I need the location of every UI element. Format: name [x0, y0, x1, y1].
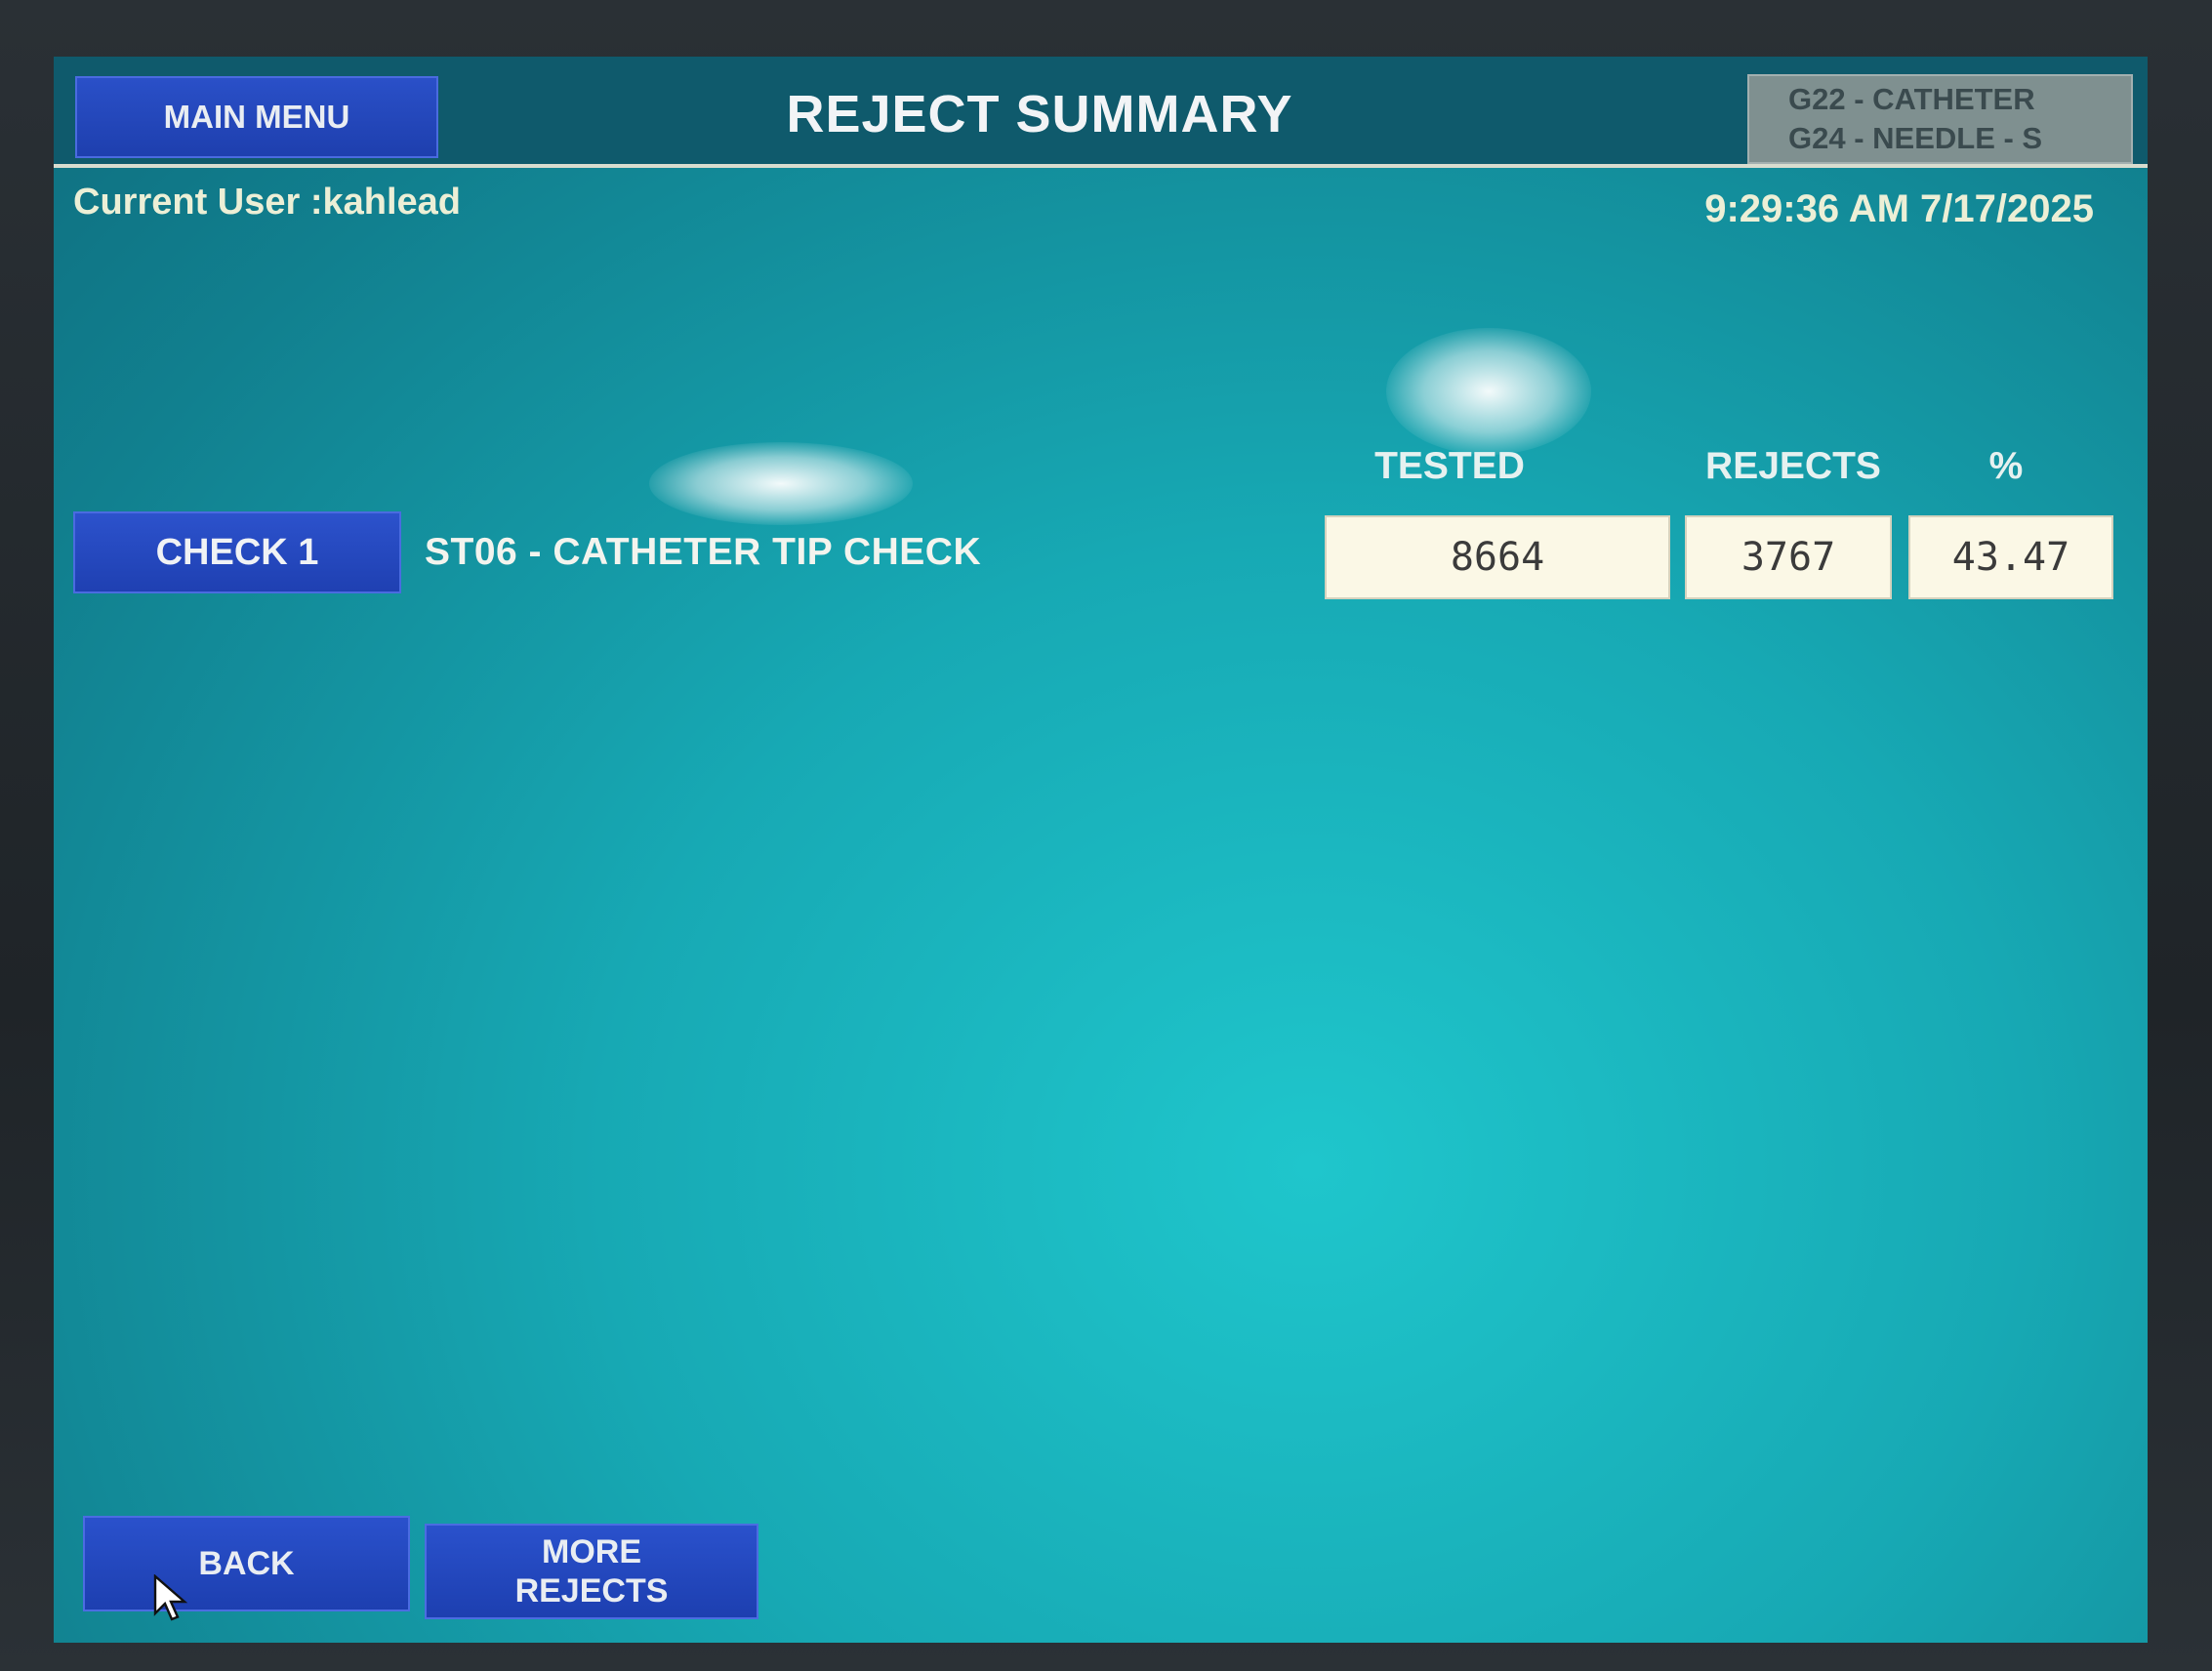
column-header-percent: %: [1988, 445, 2024, 487]
header-bar: MAIN MENU REJECT SUMMARY G22 - CATHETER …: [54, 57, 2148, 168]
tested-value: 8664: [1325, 515, 1670, 599]
mouse-cursor-icon: [153, 1574, 188, 1621]
check-1-button[interactable]: CHECK 1: [73, 511, 401, 593]
current-user-label: Current User :kahlead: [73, 182, 462, 223]
column-header-tested: TESTED: [1374, 445, 1525, 487]
page-title: REJECT SUMMARY: [786, 85, 1293, 143]
more-rejects-line-2: REJECTS: [514, 1572, 669, 1610]
check-description: ST06 - CATHETER TIP CHECK: [425, 531, 982, 573]
back-button[interactable]: BACK: [83, 1516, 410, 1611]
screen-glare-right: [1386, 328, 1591, 455]
hmi-screen: MAIN MENU REJECT SUMMARY G22 - CATHETER …: [54, 57, 2148, 1643]
column-header-rejects: REJECTS: [1705, 445, 1881, 487]
more-rejects-line-1: MORE: [542, 1533, 641, 1570]
datetime-display: 9:29:36 AM 7/17/2025: [1704, 187, 2094, 230]
percent-value: 43.47: [1908, 515, 2113, 599]
main-menu-button[interactable]: MAIN MENU: [75, 76, 438, 158]
more-rejects-button[interactable]: MORE REJECTS: [425, 1524, 758, 1619]
product-line-1: G22 - CATHETER: [1788, 82, 2035, 116]
product-info-box: G22 - CATHETER G24 - NEEDLE - S: [1747, 74, 2133, 164]
product-line-2: G24 - NEEDLE - S: [1788, 121, 2043, 155]
screen-glare-left: [649, 442, 913, 525]
rejects-value: 3767: [1685, 515, 1892, 599]
